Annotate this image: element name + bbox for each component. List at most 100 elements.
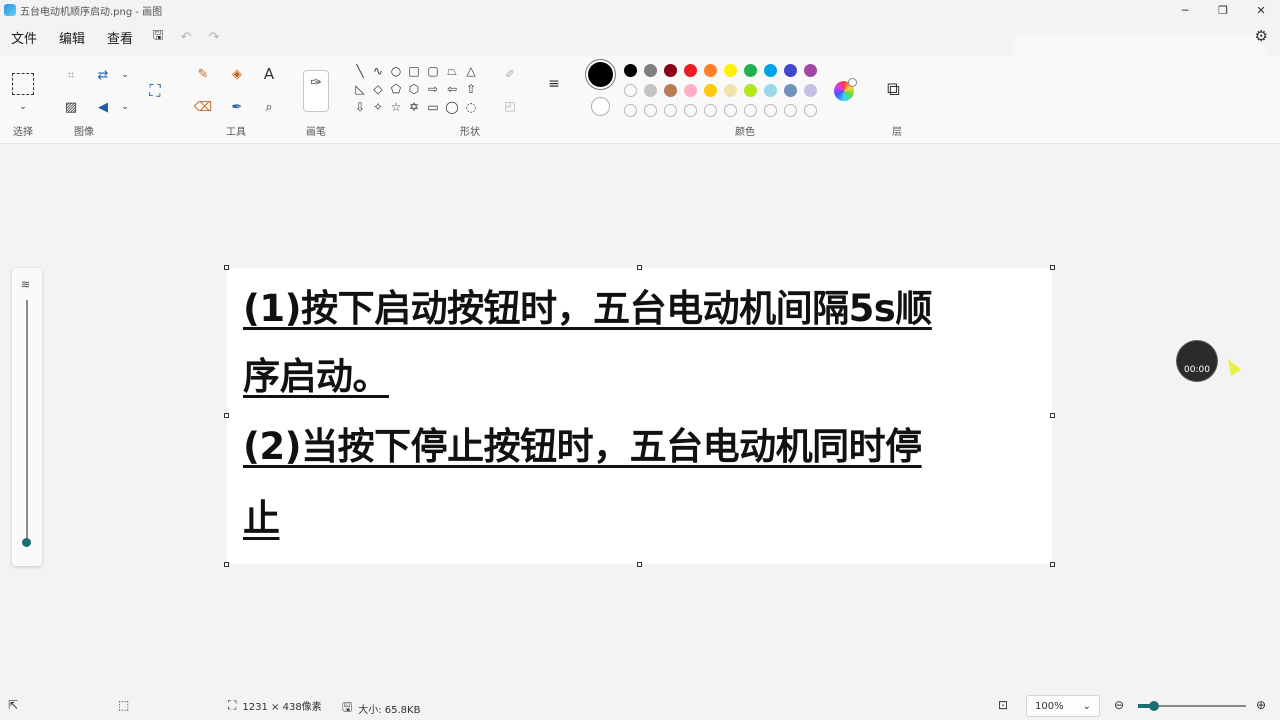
- settings-gear-icon[interactable]: ⚙: [1255, 27, 1268, 45]
- resize-handle[interactable]: [637, 562, 642, 567]
- edit-colors-icon[interactable]: [834, 78, 857, 101]
- color-swatch[interactable]: [684, 104, 697, 117]
- image-resize-icon[interactable]: ⛶: [144, 80, 166, 102]
- flip-icon[interactable]: ◀: [92, 96, 114, 118]
- rectangle-shape-icon[interactable]: □: [406, 63, 422, 79]
- diamond-shape-icon[interactable]: ◇: [370, 81, 386, 97]
- resize-icon[interactable]: ⇄: [92, 64, 114, 86]
- color-swatch[interactable]: [624, 104, 637, 117]
- right-triangle-shape-icon[interactable]: ◺: [352, 81, 368, 97]
- invert-selection-icon[interactable]: ▨: [60, 96, 82, 118]
- color-swatch[interactable]: [704, 84, 717, 97]
- left-arrow-shape-icon[interactable]: ⇦: [444, 81, 460, 97]
- resize-handle[interactable]: [224, 562, 229, 567]
- resize-handle[interactable]: [224, 265, 229, 270]
- color-swatch[interactable]: [804, 104, 817, 117]
- rounded-rectangle-shape-icon[interactable]: ▢: [425, 63, 441, 79]
- color-picker-icon[interactable]: ✒: [226, 96, 248, 118]
- chevron-down-icon[interactable]: ⌄: [114, 96, 136, 118]
- triangle-shape-icon[interactable]: △: [463, 63, 479, 79]
- secondary-color-swatch[interactable]: [591, 97, 610, 116]
- color-swatch[interactable]: [724, 84, 737, 97]
- rect-callout-shape-icon[interactable]: ▭: [425, 99, 441, 115]
- resize-handle[interactable]: [224, 413, 229, 418]
- color-swatch[interactable]: [644, 84, 657, 97]
- four-point-star-shape-icon[interactable]: ✧: [370, 99, 386, 115]
- color-swatch[interactable]: [744, 104, 757, 117]
- eraser-icon[interactable]: ⌫: [192, 96, 214, 118]
- color-swatch[interactable]: [784, 84, 797, 97]
- restore-button[interactable]: ❐: [1204, 0, 1242, 20]
- color-swatch[interactable]: [704, 64, 717, 77]
- color-swatch[interactable]: [804, 64, 817, 77]
- chevron-down-icon[interactable]: ⌄: [12, 96, 34, 118]
- color-swatch[interactable]: [684, 64, 697, 77]
- color-swatch[interactable]: [764, 84, 777, 97]
- color-swatch[interactable]: [744, 64, 757, 77]
- crop-icon[interactable]: ⌗: [60, 64, 82, 86]
- fill-bucket-icon[interactable]: ◈: [226, 63, 248, 85]
- up-arrow-shape-icon[interactable]: ⇧: [463, 81, 479, 97]
- color-swatch[interactable]: [624, 84, 637, 97]
- right-arrow-shape-icon[interactable]: ⇨: [425, 81, 441, 97]
- five-point-star-shape-icon[interactable]: ☆: [388, 99, 404, 115]
- undo-button[interactable]: ↶: [172, 25, 200, 49]
- primary-color-swatch[interactable]: [588, 62, 613, 87]
- color-swatch[interactable]: [764, 104, 777, 117]
- curve-shape-icon[interactable]: ∿: [370, 63, 386, 79]
- color-swatch[interactable]: [764, 64, 777, 77]
- color-swatch[interactable]: [784, 64, 797, 77]
- text-icon[interactable]: A: [258, 63, 280, 85]
- color-swatch[interactable]: [664, 64, 677, 77]
- color-swatch[interactable]: [724, 64, 737, 77]
- menu-view[interactable]: 查看: [96, 28, 144, 47]
- slider-thumb[interactable]: [22, 538, 31, 547]
- menu-file[interactable]: 文件: [0, 28, 48, 47]
- zoom-slider-thumb[interactable]: [1149, 701, 1159, 711]
- screen-recorder-widget[interactable]: 00:00: [1177, 341, 1217, 381]
- color-swatch[interactable]: [724, 104, 737, 117]
- color-swatch[interactable]: [664, 104, 677, 117]
- resize-handle[interactable]: [637, 265, 642, 270]
- resize-handle[interactable]: [1050, 413, 1055, 418]
- rectangle-select-icon[interactable]: [12, 73, 34, 95]
- zoom-out-button[interactable]: ⊖: [1114, 698, 1124, 712]
- resize-handle[interactable]: [1050, 265, 1055, 270]
- vertical-zoom-slider[interactable]: ≋: [12, 268, 42, 566]
- color-swatch[interactable]: [664, 84, 677, 97]
- color-swatch[interactable]: [784, 104, 797, 117]
- size-icon[interactable]: ≡: [546, 76, 562, 92]
- fit-to-window-button[interactable]: ⊡: [998, 698, 1008, 712]
- polygon-shape-icon[interactable]: ⏢: [444, 63, 460, 79]
- layers-icon[interactable]: ⧉: [887, 79, 900, 100]
- resize-handle[interactable]: [1050, 562, 1055, 567]
- zoom-select[interactable]: 100% ⌄: [1026, 695, 1100, 717]
- brush-button[interactable]: ✑: [303, 70, 329, 112]
- drawing-canvas[interactable]: (1)按下启动按钮时，五台电动机间隔5s顺 序启动。 (2)当按下停止按钮时，五…: [227, 268, 1052, 564]
- oval-callout-shape-icon[interactable]: ◯: [444, 99, 460, 115]
- save-button[interactable]: 🖫: [144, 25, 172, 49]
- outline-icon[interactable]: ✐: [502, 66, 518, 82]
- close-button[interactable]: ✕: [1242, 0, 1280, 20]
- color-swatch[interactable]: [644, 104, 657, 117]
- magnifier-icon[interactable]: ⌕: [258, 96, 280, 118]
- line-shape-icon[interactable]: ╲: [352, 63, 368, 79]
- minimize-button[interactable]: ─: [1166, 0, 1204, 20]
- color-swatch[interactable]: [624, 64, 637, 77]
- chevron-down-icon[interactable]: ⌄: [114, 64, 136, 86]
- six-point-star-shape-icon[interactable]: ✡: [406, 99, 422, 115]
- fill-icon[interactable]: ◰: [502, 98, 518, 114]
- color-swatch[interactable]: [684, 84, 697, 97]
- color-swatch[interactable]: [704, 104, 717, 117]
- down-arrow-shape-icon[interactable]: ⇩: [352, 99, 368, 115]
- pentagon-shape-icon[interactable]: ⬠: [388, 81, 404, 97]
- zoom-in-button[interactable]: ⊕: [1256, 698, 1266, 712]
- cloud-callout-shape-icon[interactable]: ◌: [463, 99, 479, 115]
- redo-button[interactable]: ↷: [200, 25, 228, 49]
- hexagon-shape-icon[interactable]: ⬡: [406, 81, 422, 97]
- pencil-icon[interactable]: ✎: [192, 63, 214, 85]
- color-swatch[interactable]: [644, 64, 657, 77]
- menu-edit[interactable]: 编辑: [48, 28, 96, 47]
- oval-shape-icon[interactable]: ○: [388, 63, 404, 79]
- color-swatch[interactable]: [804, 84, 817, 97]
